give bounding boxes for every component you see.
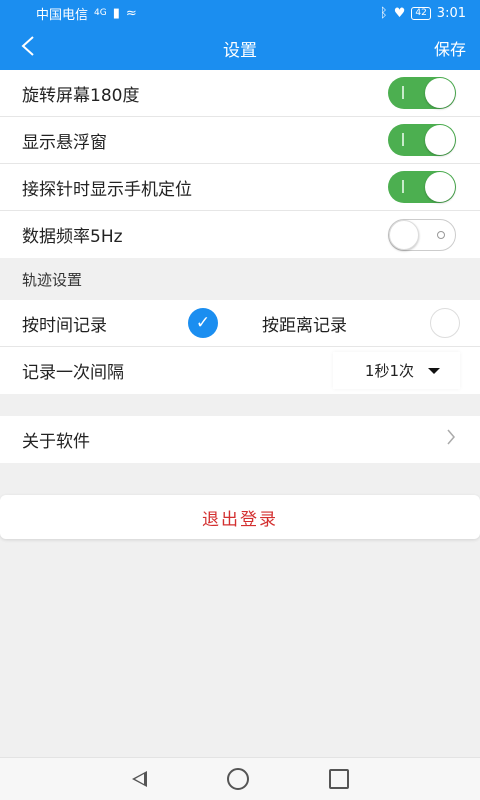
page-title: 设置: [223, 40, 257, 61]
setting-row-data-frequency: 数据频率5Hz: [0, 211, 480, 258]
status-bar: 中国电信 4G ▮ ≈ ᛒ ♥ 42 3:01: [0, 0, 480, 26]
record-by-distance-label: 按距离记录: [262, 315, 347, 336]
toggle-knob: [425, 78, 455, 108]
record-mode-row: 按时间记录 ✓ 按距离记录: [0, 300, 480, 347]
record-by-time-option[interactable]: 按时间记录 ✓: [22, 308, 218, 338]
interval-value: 1秒1次: [364, 362, 414, 380]
rotate-label: 旋转屏幕180度: [22, 85, 140, 106]
data-frequency-toggle[interactable]: [388, 218, 456, 251]
nav-back-icon[interactable]: [131, 771, 147, 787]
radio-unchecked-icon[interactable]: [430, 308, 460, 338]
carrier-name: 中国电信: [36, 7, 89, 23]
chevron-right-icon: [446, 427, 456, 452]
app-bar: 设置 保存: [0, 26, 480, 70]
setting-row-rotate: 旋转屏幕180度: [0, 70, 480, 117]
system-nav-bar: [0, 757, 480, 800]
interval-dropdown[interactable]: 1秒1次: [332, 352, 460, 389]
network-type: 4G: [94, 8, 107, 18]
toggle-on-mark-icon: [402, 86, 404, 99]
toggle-knob: [389, 219, 419, 250]
setting-row-float-window: 显示悬浮窗: [0, 117, 480, 164]
setting-row-probe-location: 接探针时显示手机定位: [0, 164, 480, 211]
battery-icon: 42: [411, 6, 431, 20]
chevron-left-icon: [21, 35, 34, 56]
clock: 3:01: [436, 5, 466, 21]
probe-location-label: 接探针时显示手机定位: [22, 179, 192, 200]
toggle-on-mark-icon: [402, 133, 404, 146]
record-interval-label: 记录一次间隔: [22, 363, 124, 383]
record-by-time-label: 按时间记录: [22, 315, 107, 336]
toggle-on-mark-icon: [402, 180, 404, 193]
location-icon: ♥: [393, 5, 406, 21]
record-by-distance-option[interactable]: 按距离记录: [262, 308, 460, 338]
logout-button[interactable]: 退出登录: [0, 495, 480, 539]
caret-down-icon: [428, 367, 440, 374]
about-software-row[interactable]: 关于软件: [0, 416, 480, 463]
toggle-off-mark-icon: [437, 230, 445, 239]
probe-location-toggle[interactable]: [388, 171, 456, 203]
nav-recent-apps-icon[interactable]: [328, 769, 349, 789]
about-software-label: 关于软件: [22, 432, 90, 452]
signal-icon: ▮: [112, 5, 120, 21]
toggle-knob: [425, 125, 455, 155]
back-button[interactable]: [20, 35, 36, 62]
bluetooth-icon: ᛒ: [379, 5, 388, 21]
rotate-toggle[interactable]: [388, 77, 456, 109]
float-window-toggle[interactable]: [388, 124, 456, 156]
track-section-header: 轨迹设置: [0, 258, 480, 300]
checkmark-icon[interactable]: ✓: [188, 308, 218, 338]
wifi-icon: ≈: [125, 5, 137, 21]
status-left: 中国电信 4G ▮ ≈: [36, 4, 137, 23]
save-button[interactable]: 保存: [434, 36, 466, 60]
record-interval-row: 记录一次间隔 1秒1次: [0, 347, 480, 394]
status-right: ᛒ ♥ 42 3:01: [380, 6, 466, 21]
nav-home-icon[interactable]: [226, 768, 249, 790]
float-window-label: 显示悬浮窗: [22, 132, 107, 153]
data-frequency-label: 数据频率5Hz: [22, 227, 123, 247]
toggle-knob: [425, 172, 455, 202]
